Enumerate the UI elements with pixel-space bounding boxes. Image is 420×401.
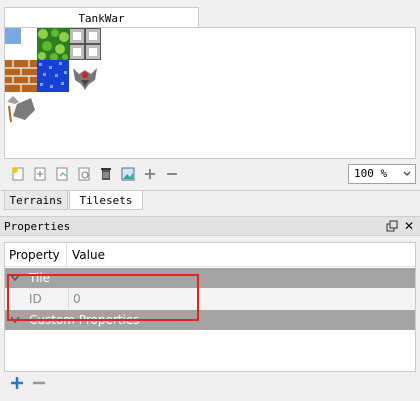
highlight-annotation xyxy=(7,274,199,321)
table-header: Property Value xyxy=(5,243,415,267)
tileset-toolbar xyxy=(8,164,181,184)
tile-brick[interactable] xyxy=(5,60,37,92)
tab-terrains[interactable]: Terrains xyxy=(4,191,68,210)
tileset-view[interactable] xyxy=(4,28,416,159)
tile-steel[interactable] xyxy=(69,28,101,60)
float-dock-icon[interactable] xyxy=(386,220,398,232)
column-header-value[interactable]: Value xyxy=(68,243,105,267)
tile-water[interactable] xyxy=(37,60,69,92)
image-tileset-icon[interactable] xyxy=(118,165,137,184)
tile-blue[interactable] xyxy=(5,28,21,44)
close-icon[interactable]: ✕ xyxy=(404,218,414,234)
tab-tilesets[interactable]: Tilesets xyxy=(69,191,143,210)
add-property-icon[interactable] xyxy=(10,376,24,390)
dock-title: Properties xyxy=(4,220,71,233)
edit-tileset-icon[interactable] xyxy=(74,165,93,184)
delete-tileset-icon[interactable] xyxy=(96,165,115,184)
tile-eagle[interactable] xyxy=(69,60,101,92)
remove-property-icon[interactable] xyxy=(32,376,46,390)
column-header-property[interactable]: Property xyxy=(5,243,67,267)
export-tileset-icon[interactable] xyxy=(52,165,71,184)
zoom-value: 100 % xyxy=(354,167,388,180)
tile-forest[interactable] xyxy=(37,28,69,60)
tileset-tab[interactable]: TankWar xyxy=(4,7,199,28)
properties-dock-title[interactable]: Properties ✕ xyxy=(0,216,420,236)
zoom-select[interactable]: 100 % xyxy=(348,164,416,184)
new-tileset-icon[interactable] xyxy=(8,165,27,184)
chevron-down-icon xyxy=(403,171,411,176)
add-icon[interactable] xyxy=(140,165,159,184)
properties-toolbar xyxy=(10,376,46,390)
tile-broken-eagle[interactable] xyxy=(5,92,37,124)
embed-tileset-icon[interactable] xyxy=(30,165,49,184)
remove-icon[interactable] xyxy=(162,165,181,184)
